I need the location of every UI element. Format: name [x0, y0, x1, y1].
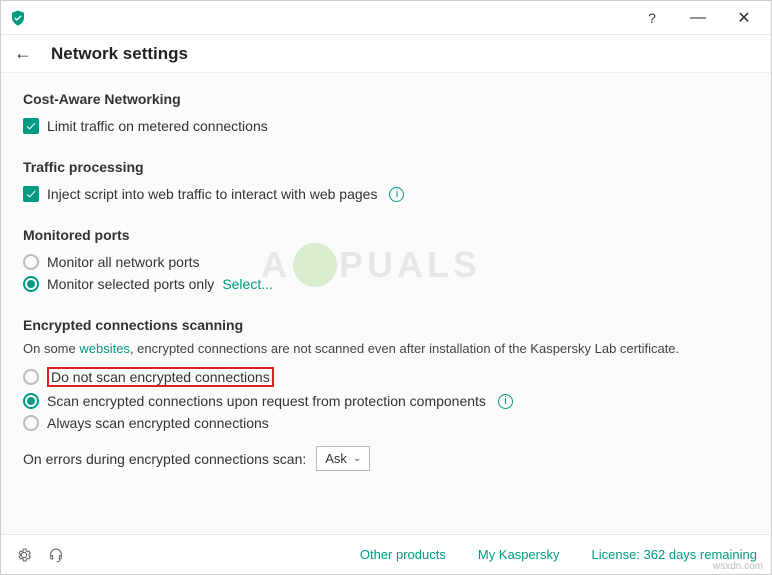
highlight-do-not-scan: Do not scan encrypted connections [47, 367, 274, 387]
headset-icon[interactable] [47, 546, 65, 564]
monitor-all-label: Monitor all network ports [47, 254, 200, 270]
content-area: A PUALS Cost-Aware Networking Limit traf… [1, 73, 771, 534]
window: ? — ✕ ← Network settings A PUALS Cost-Aw… [0, 0, 772, 575]
close-button[interactable]: ✕ [721, 3, 767, 33]
radio-unselected-icon[interactable] [23, 415, 39, 431]
page-header: ← Network settings [1, 35, 771, 73]
monitor-all-row[interactable]: Monitor all network ports [23, 251, 749, 273]
do-not-scan-row[interactable]: Do not scan encrypted connections [23, 364, 749, 390]
my-kaspersky-link[interactable]: My Kaspersky [478, 547, 560, 562]
domain-watermark: wsxdn.com [713, 561, 763, 572]
scan-on-request-label: Scan encrypted connections upon request … [47, 393, 486, 409]
encrypted-title: Encrypted connections scanning [23, 317, 749, 333]
limit-traffic-label: Limit traffic on metered connections [47, 118, 268, 134]
radio-selected-icon[interactable] [23, 393, 39, 409]
chevron-down-icon: ⌄ [353, 453, 361, 464]
back-button[interactable]: ← [13, 43, 33, 64]
info-icon[interactable]: i [389, 187, 404, 202]
on-errors-select[interactable]: Ask ⌄ [316, 446, 370, 471]
limit-traffic-row[interactable]: Limit traffic on metered connections [23, 115, 749, 137]
radio-unselected-icon[interactable] [23, 369, 39, 385]
radio-unselected-icon[interactable] [23, 254, 39, 270]
on-errors-value: Ask [325, 451, 347, 466]
footer: Other products My Kaspersky License: 362… [1, 534, 771, 574]
monitor-selected-row[interactable]: Monitor selected ports only Select... [23, 273, 749, 295]
inject-script-row[interactable]: Inject script into web traffic to intera… [23, 183, 749, 205]
do-not-scan-label: Do not scan encrypted connections [51, 369, 270, 385]
section-encrypted-scanning: Encrypted connections scanning On some w… [23, 317, 749, 471]
websites-link[interactable]: websites [79, 341, 130, 356]
other-products-link[interactable]: Other products [360, 547, 446, 562]
section-cost-aware: Cost-Aware Networking Limit traffic on m… [23, 91, 749, 137]
on-errors-row: On errors during encrypted connections s… [23, 446, 749, 471]
info-icon[interactable]: i [498, 394, 513, 409]
encrypted-desc-pre: On some [23, 341, 79, 356]
gear-icon[interactable] [15, 546, 33, 564]
minimize-button[interactable]: — [675, 3, 721, 33]
inject-script-label: Inject script into web traffic to intera… [47, 186, 377, 202]
checkbox-checked-icon[interactable] [23, 118, 39, 134]
cost-aware-title: Cost-Aware Networking [23, 91, 749, 107]
license-link[interactable]: License: 362 days remaining [592, 547, 758, 562]
section-traffic-processing: Traffic processing Inject script into we… [23, 159, 749, 205]
select-ports-link[interactable]: Select... [222, 276, 273, 292]
checkbox-checked-icon[interactable] [23, 186, 39, 202]
section-monitored-ports: Monitored ports Monitor all network port… [23, 227, 749, 295]
on-errors-label: On errors during encrypted connections s… [23, 451, 306, 467]
always-scan-label: Always scan encrypted connections [47, 415, 269, 431]
monitored-ports-title: Monitored ports [23, 227, 749, 243]
help-button[interactable]: ? [629, 3, 675, 33]
encrypted-desc-post: , encrypted connections are not scanned … [130, 341, 679, 356]
monitor-selected-label: Monitor selected ports only [47, 276, 214, 292]
page-title: Network settings [51, 44, 188, 64]
app-shield-icon [9, 9, 27, 27]
traffic-processing-title: Traffic processing [23, 159, 749, 175]
titlebar: ? — ✕ [1, 1, 771, 35]
scan-on-request-row[interactable]: Scan encrypted connections upon request … [23, 390, 749, 412]
always-scan-row[interactable]: Always scan encrypted connections [23, 412, 749, 434]
encrypted-desc: On some websites, encrypted connections … [23, 341, 749, 356]
radio-selected-icon[interactable] [23, 276, 39, 292]
